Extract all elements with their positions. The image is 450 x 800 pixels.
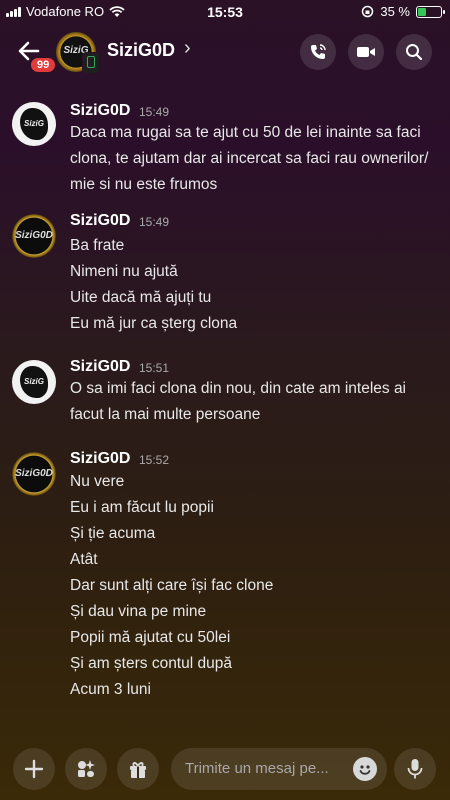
message-input[interactable]: Trimite un mesaj pe... [171,748,387,790]
chat-header: 99 SiziG SiziG0D › [0,24,450,82]
message-line: Nu vere [70,473,125,490]
message-line: Atât [70,551,98,568]
message-line: Eu mă jur ca șterg clona [70,315,238,332]
message-text: Daca ma rugai sa te ajut cu 50 de lei in… [70,124,429,193]
plus-icon [24,759,44,779]
message-line: Nimeni nu ajută [70,263,178,280]
avatar[interactable]: SiziG0D [12,214,56,258]
message-line: Dar sunt alți care își fac clone [70,577,274,594]
avatar[interactable]: SiziG [12,102,56,146]
message-time: 15:49 [139,105,170,119]
message-line: Eu i am făcut lu popii [70,499,214,516]
message-line: Și dau vina pe mine [70,603,207,620]
search-icon [406,44,423,61]
search-button[interactable] [396,34,432,70]
message-time: 15:49 [139,215,170,229]
message-line: Și am șters contul după [70,655,232,672]
message-composer: Trimite un mesaj pe... [0,738,450,800]
gift-icon [130,762,146,778]
message-line: Ba frate [70,237,125,254]
chevron-right-icon[interactable]: › [184,37,191,60]
add-attachment-button[interactable] [13,748,55,790]
voice-message-button[interactable] [394,748,436,790]
gift-button[interactable] [117,748,159,790]
message-author[interactable]: SiziG0D [70,212,130,230]
voice-call-button[interactable] [300,34,336,70]
microphone-icon [407,759,423,779]
avatar[interactable]: SiziG0D [12,452,56,496]
message-line: Acum 3 luni [70,681,151,698]
message-line: Și ție acuma [70,525,156,542]
avatar[interactable]: SiziG [12,360,56,404]
battery-icon [416,5,445,18]
message-author[interactable]: SiziG0D [70,450,130,468]
message-author[interactable]: SiziG0D [70,358,130,376]
apps-button[interactable] [65,748,107,790]
emoji-icon[interactable] [353,757,377,781]
message-text: O sa imi faci clona din nou, din cate am… [70,380,407,423]
battery-fill [418,7,427,16]
channel-name[interactable]: SiziG0D [107,40,175,61]
unread-badge: 99 [29,56,58,74]
voice-call-icon [311,44,326,59]
message-author[interactable]: SiziG0D [70,102,130,120]
video-call-icon [357,47,375,57]
apps-icon [78,760,95,777]
message-line: Uite dacă mă ajuți tu [70,289,212,306]
message-input-placeholder: Trimite un mesaj pe... [185,760,329,777]
mobile-status-icon [82,52,100,74]
message-line: Popii mă ajutat cu 50lei [70,629,231,646]
message-time: 15:52 [139,453,170,467]
message-time: 15:51 [139,361,170,375]
orientation-lock-icon [362,5,374,18]
video-call-button[interactable] [348,34,384,70]
status-bar: Vodafone RO 15:53 35 % [0,0,450,24]
battery-percent: 35 % [380,4,410,19]
